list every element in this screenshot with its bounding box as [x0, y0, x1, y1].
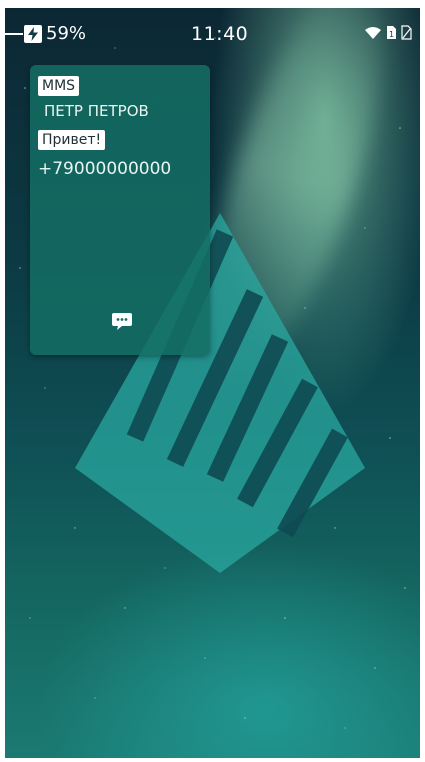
battery-charging-icon [24, 25, 42, 43]
svg-text:1: 1 [389, 30, 394, 39]
sms-notification-card[interactable]: MMS ПЕТР ПЕТРОВ Привет! +79000000000 [30, 65, 210, 355]
lock-screen: 59% 11:40 1 MMS ПЕТР ПЕТРОВ Привет! +790… [5, 8, 420, 758]
chat-bubble-icon[interactable] [111, 312, 133, 336]
wifi-icon [364, 25, 382, 44]
sender-phone: +79000000000 [38, 159, 172, 179]
message-text-badge: Привет! [38, 130, 106, 150]
sim2-icon [401, 25, 412, 44]
status-icons: 1 [364, 25, 412, 44]
message-type-badge: MMS [38, 76, 80, 96]
sim1-icon: 1 [386, 25, 397, 44]
sender-name: ПЕТР ПЕТРОВ [44, 102, 149, 120]
battery-percent: 59% [46, 23, 87, 44]
status-edge-line [5, 33, 23, 35]
clock: 11:40 [191, 23, 249, 45]
status-bar: 59% 11:40 1 [5, 8, 420, 52]
